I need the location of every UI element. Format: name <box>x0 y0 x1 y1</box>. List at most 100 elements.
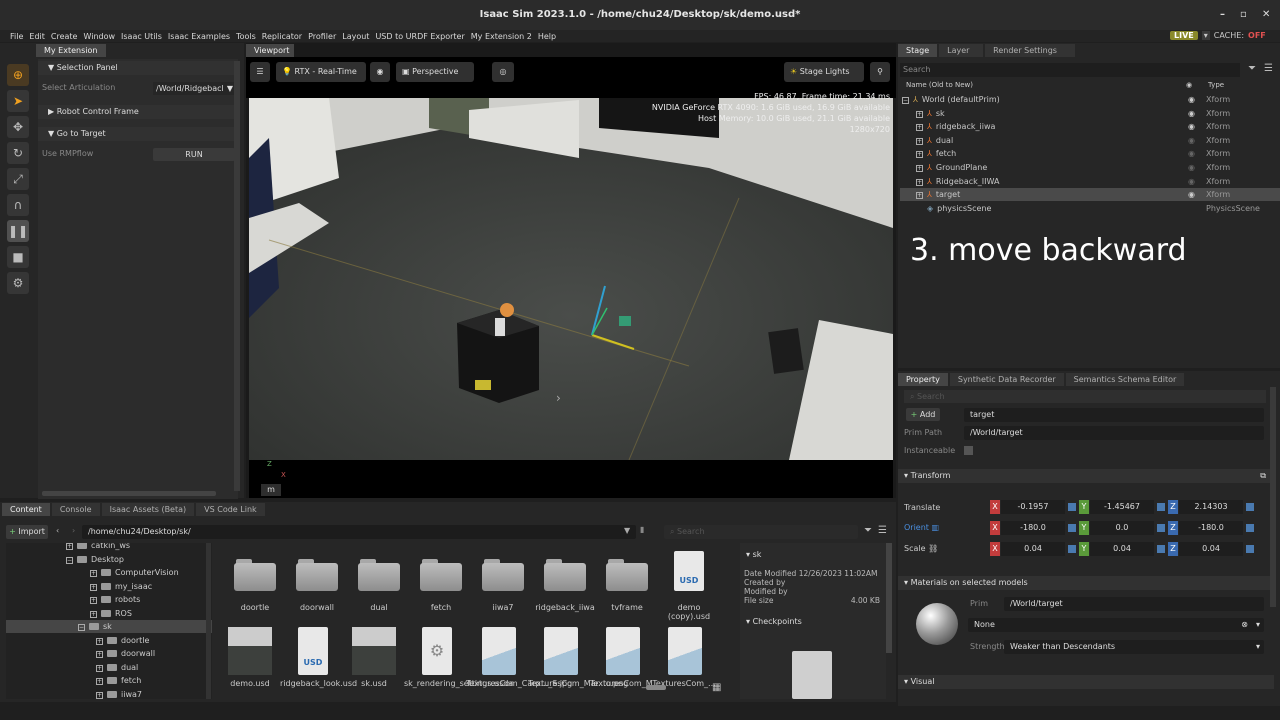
tab-my-extension[interactable]: My Extension 2 <box>36 44 106 68</box>
link-icon[interactable]: ⛓ <box>928 544 938 553</box>
physics-tool-icon[interactable]: ⚙ <box>7 272 29 294</box>
expand-icon[interactable]: + <box>96 651 103 658</box>
folder-label[interactable]: tvframe <box>595 603 659 612</box>
instanceable-checkbox[interactable] <box>964 446 973 455</box>
keyframe-icon[interactable] <box>1068 503 1076 511</box>
visibility-icon[interactable]: ◉ <box>1188 93 1195 106</box>
path-field[interactable]: /home/chu24/Desktop/sk/ <box>82 525 636 539</box>
eye-icon[interactable]: ◉ <box>370 62 390 82</box>
tree-item[interactable]: + my_isaac <box>6 580 212 593</box>
expand-icon[interactable]: + <box>90 583 97 591</box>
orient-label[interactable]: Orient ▥ <box>904 523 939 532</box>
expand-icon[interactable]: + <box>916 110 923 118</box>
visibility-icon[interactable]: ◉ <box>1188 120 1195 133</box>
tab-layer[interactable]: Layer <box>939 44 984 57</box>
stage-row[interactable]: − ⅄ World (defaultPrim) ◉ Xform <box>900 93 1280 106</box>
expand-icon[interactable]: + <box>916 124 923 132</box>
tab-property[interactable]: Property <box>898 373 948 386</box>
texture-file-icon[interactable] <box>544 627 578 675</box>
expand-icon[interactable]: + <box>90 597 97 604</box>
tab-stage[interactable]: Stage <box>898 44 938 57</box>
file-label[interactable]: TexturesCom_M... <box>590 679 660 688</box>
keyframe-icon[interactable] <box>1157 503 1165 511</box>
visibility-icon[interactable]: ◉ <box>1188 134 1195 147</box>
translate-x-field[interactable]: -0.1957 <box>1001 500 1065 514</box>
collapse-icon[interactable]: − <box>78 624 85 631</box>
menu-layout[interactable]: Layout <box>342 32 369 41</box>
pin-icon[interactable]: ⚲ <box>870 62 890 82</box>
file-label[interactable]: sk_rendering_settings.usda <box>404 679 513 688</box>
expand-icon[interactable]: + <box>96 678 103 685</box>
menu-window[interactable]: Window <box>83 32 115 41</box>
filter-icon[interactable]: ⏷ <box>1248 63 1256 74</box>
tree-item[interactable]: + doortle <box>6 634 212 647</box>
texture-file-icon[interactable] <box>482 627 516 675</box>
broadcast-icon[interactable]: ◎ <box>492 62 514 82</box>
keyframe-icon[interactable] <box>1068 545 1076 553</box>
folder-label[interactable]: doorwall <box>285 603 349 612</box>
visual-header[interactable]: ▾ Visual <box>898 675 1274 689</box>
tab-render-settings[interactable]: Render Settings <box>985 44 1076 57</box>
tab-synthetic-data[interactable]: Synthetic Data Recorder <box>949 373 1064 386</box>
tab-vscode-link[interactable]: VS Code Link <box>196 503 265 516</box>
move-tool-icon[interactable]: ✥ <box>7 116 29 138</box>
selection-panel-header[interactable]: ▼ Selection Panel <box>38 61 238 75</box>
usd-file-icon[interactable]: USD <box>674 551 704 591</box>
keyframe-icon[interactable] <box>1157 545 1165 553</box>
expand-icon[interactable]: + <box>96 664 103 672</box>
expand-icon[interactable]: + <box>916 165 923 172</box>
vertical-scrollbar[interactable] <box>234 61 240 491</box>
keyframe-icon[interactable] <box>1157 524 1165 532</box>
tree-item[interactable]: + fetch <box>6 674 212 687</box>
articulation-dropdown[interactable]: /World/Ridgebacl ▼ <box>153 82 235 95</box>
menu-help[interactable]: Help <box>538 32 556 41</box>
expand-icon[interactable]: + <box>96 691 103 699</box>
transform-header[interactable]: ▾ Transform ⧉ <box>898 469 1274 483</box>
menu-profiler[interactable]: Profiler <box>308 32 336 41</box>
caret-down-icon[interactable]: ▼ <box>624 526 630 535</box>
collapse-icon[interactable]: − <box>902 97 909 104</box>
orient-z-field[interactable]: -180.0 <box>1179 521 1243 535</box>
menu-replicator[interactable]: Replicator <box>262 32 302 41</box>
stage-row[interactable]: ◈ physicsScene PhysicsScene <box>900 202 1280 215</box>
translate-y-field[interactable]: -1.45467 <box>1090 500 1154 514</box>
menu-create[interactable]: Create <box>51 32 78 41</box>
orient-x-field[interactable]: -180.0 <box>1001 521 1065 535</box>
menu-file[interactable]: File <box>10 32 23 41</box>
minimize-button[interactable]: – <box>1220 0 1225 30</box>
expand-icon[interactable]: + <box>66 543 73 550</box>
add-button[interactable]: + Add <box>906 408 940 421</box>
materials-header[interactable]: ▾ Materials on selected models <box>898 576 1274 590</box>
tree-item[interactable]: + robots <box>6 593 212 606</box>
file-label[interactable]: demo (copy).usd <box>657 603 721 621</box>
rotate-tool-icon[interactable]: ↻ <box>7 142 29 164</box>
keyframe-icon[interactable] <box>1246 503 1254 511</box>
tree-item[interactable]: + dual <box>6 661 212 674</box>
menu-my-extension-2[interactable]: My Extension 2 <box>471 32 532 41</box>
detail-scrollbar[interactable] <box>886 543 892 653</box>
maximize-button[interactable]: ▫ <box>1240 0 1247 30</box>
folder-icon[interactable] <box>358 557 400 591</box>
settings-icon[interactable]: ☰ <box>250 62 270 82</box>
folder-icon[interactable] <box>234 557 276 591</box>
visibility-icon[interactable]: ◉ <box>1188 161 1195 174</box>
visibility-icon[interactable]: ◉ <box>1188 188 1195 201</box>
image-thumbnail[interactable] <box>228 627 272 675</box>
viewport-scene[interactable]: ▸ › <box>249 98 893 460</box>
stage-row[interactable]: + ⅄ target ◉ Xform <box>900 188 1280 202</box>
tree-item[interactable]: + iiwa7 <box>6 688 212 700</box>
clear-icon[interactable]: ⊗ <box>1241 618 1248 632</box>
bookmark-icon[interactable]: ▮ <box>640 525 644 534</box>
file-label[interactable]: sk.usd <box>342 679 406 688</box>
folder-icon[interactable] <box>420 557 462 591</box>
image-thumbnail[interactable] <box>352 627 396 675</box>
usd-file-icon[interactable]: USD <box>298 627 328 675</box>
robot-control-frame-header[interactable]: ▶ Robot Control Frame <box>38 105 238 119</box>
tree-scrollbar[interactable] <box>206 543 211 699</box>
type-column-header[interactable]: Type <box>1208 80 1224 90</box>
menu-isaac-utils[interactable]: Isaac Utils <box>121 32 162 41</box>
translate-z-field[interactable]: 2.14303 <box>1179 500 1243 514</box>
tree-item[interactable]: + ROS <box>6 607 212 620</box>
menu-tools[interactable]: Tools <box>236 32 256 41</box>
keyframe-icon[interactable] <box>1068 524 1076 532</box>
